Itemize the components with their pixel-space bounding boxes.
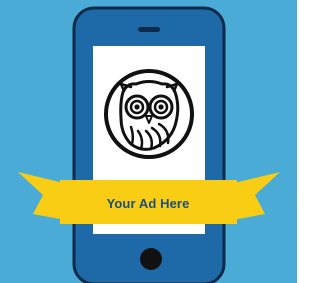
home-button-icon[interactable] <box>140 248 162 270</box>
ad-banner-text[interactable]: Your Ad Here <box>78 190 218 216</box>
phone-speaker <box>138 27 160 32</box>
smartphone-icon <box>72 6 226 283</box>
scene <box>0 0 297 283</box>
